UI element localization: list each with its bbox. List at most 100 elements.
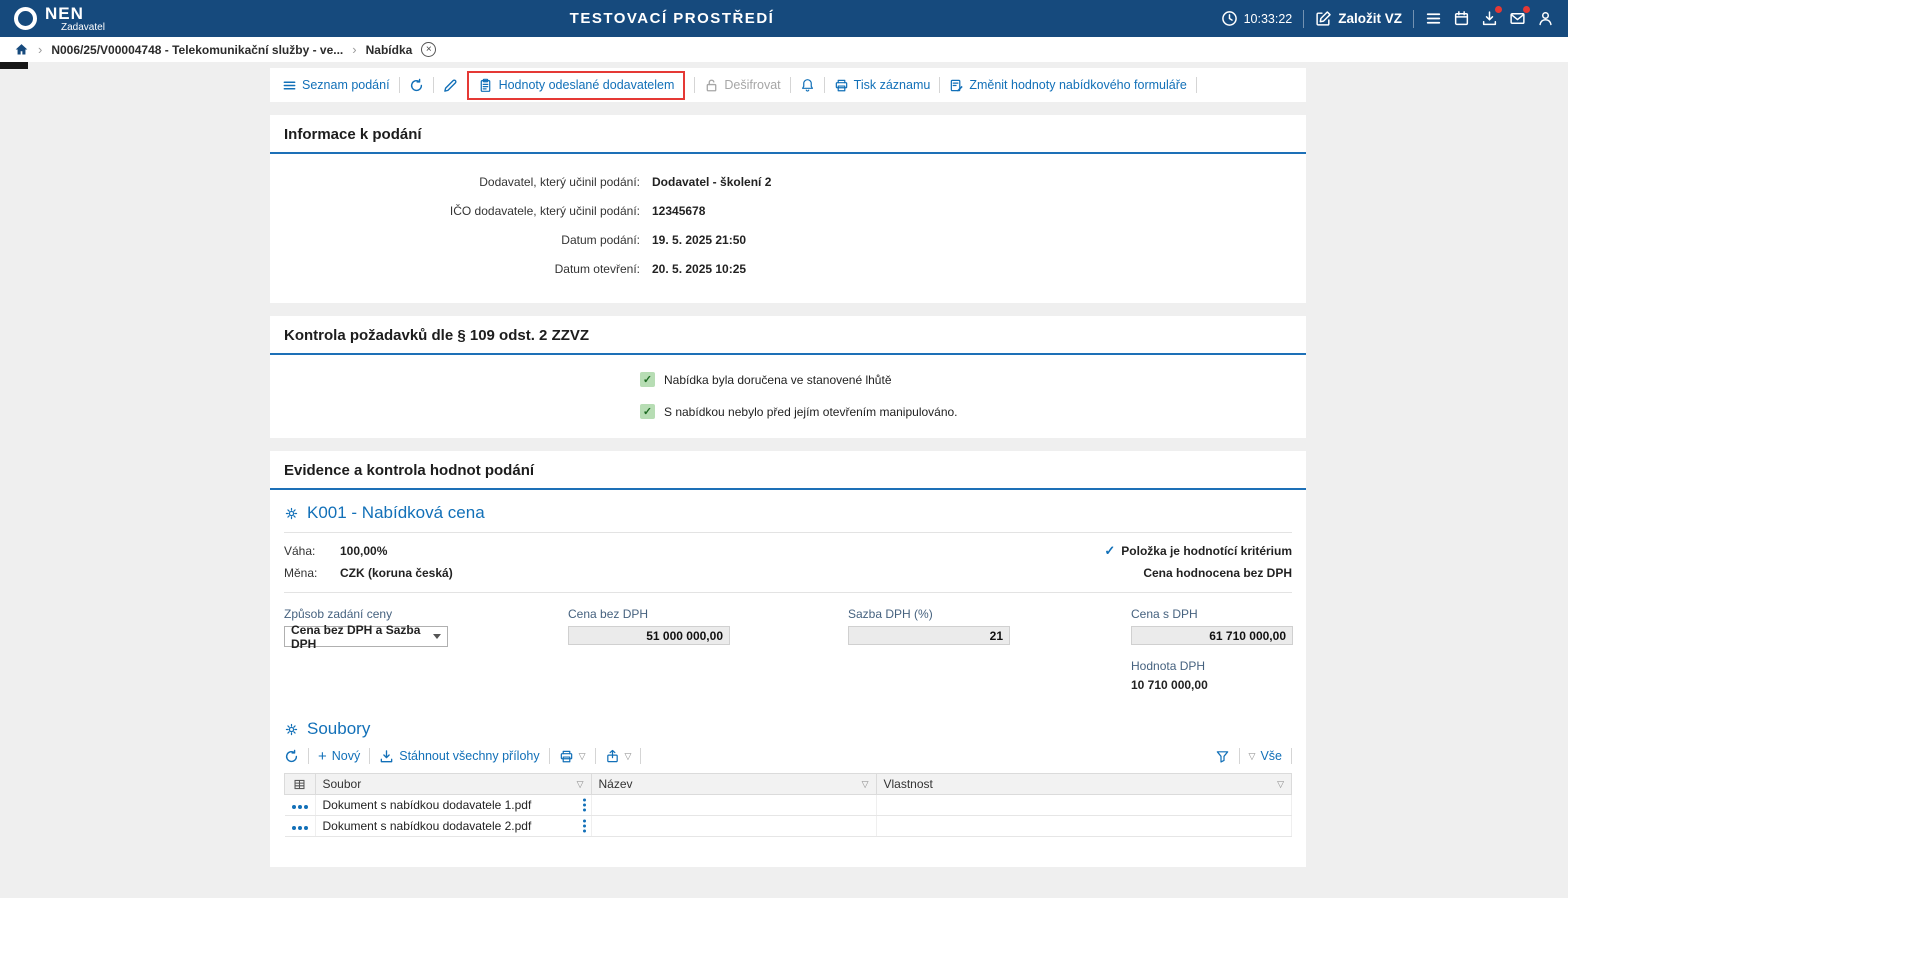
close-tab-button[interactable]: × [421,42,436,57]
toolbar-separator [369,748,370,764]
files-export-button[interactable]: ▽ [605,749,632,764]
column-header-nazev[interactable]: Název ▽ [591,774,876,795]
kebab-icon[interactable] [583,799,586,812]
files-refresh-button[interactable] [284,749,299,764]
refresh-button[interactable] [409,78,424,93]
notifications-button[interactable] [800,78,815,93]
file-name[interactable]: Dokument s nabídkou dodavatele 2.pdf [323,819,532,833]
column-header-vlastnost[interactable]: Vlastnost ▽ [876,774,1292,795]
file-name[interactable]: Dokument s nabídkou dodavatele 1.pdf [323,798,532,812]
cena-s-input[interactable] [1131,626,1293,645]
section-title: Evidence a kontrola hodnot podání [270,451,1306,490]
breadcrumb-item-nabidka[interactable]: Nabídka [366,43,413,57]
zmenit-hodnoty-button[interactable]: Změnit hodnoty nabídkového formuláře [949,78,1187,93]
sazba-dph-field: Sazba DPH (%) [848,607,1131,692]
filter-button[interactable] [1215,749,1230,764]
row-menu-icon[interactable] [292,826,308,830]
toolbar-separator [595,748,596,764]
field-datum-otevreni: Datum otevření: 20. 5. 2025 10:25 [284,254,1292,283]
create-vz-button[interactable]: Založit VZ [1315,10,1402,27]
seznam-podani-label: Seznam podání [302,78,390,92]
breadcrumb-separator: › [38,42,42,57]
column-header-soubor[interactable]: Soubor ▽ [315,774,591,795]
main-menu-button[interactable] [1425,10,1442,27]
user-profile-button[interactable] [1537,10,1554,27]
files-title: Soubory [307,719,370,739]
brand-subtitle: Zadavatel [61,23,105,33]
toolbar-separator [694,77,695,93]
home-button[interactable] [14,42,29,57]
vse-dropdown[interactable]: ▽ Vše [1249,749,1282,763]
check-icon: ✓ [1104,543,1115,559]
desifrovat-label: Dešifrovat [724,78,780,92]
section-kontrola-pozadavku: Kontrola požadavků dle § 109 odst. 2 ZZV… [270,316,1306,438]
mena-row: Měna: CZK (koruna česká) Cena hodnocena … [284,562,1292,584]
section-informace-k-podani: Informace k podání Dodavatel, který učin… [270,115,1306,303]
cena-bez-input[interactable] [568,626,730,645]
field-value: 12345678 [652,204,705,218]
calendar-button[interactable] [1453,10,1470,27]
column-filter-icon[interactable]: ▽ [577,779,584,790]
zpusob-select[interactable]: Cena bez DPH a Sazba DPH [284,626,448,647]
breadcrumb-separator: › [352,42,356,57]
tisk-zaznamu-button[interactable]: Tisk záznamu [834,78,931,93]
topbar-separator [1303,10,1304,28]
messages-button[interactable] [1509,10,1526,27]
row-menu-icon[interactable] [292,805,308,809]
sazba-label: Sazba DPH (%) [848,607,1131,621]
hodnota-dph-field: Hodnota DPH 10 710 000,00 [1131,659,1292,692]
cell-nazev [591,795,876,816]
seznam-podani-button[interactable]: Seznam podání [282,78,390,93]
user-icon [1537,10,1554,27]
field-dodavatel: Dodavatel, který učinil podání: Dodavate… [284,167,1292,196]
toolbar-separator [1291,748,1292,764]
check-text: S nabídkou nebylo před jejím otevřením m… [664,405,958,419]
table-row[interactable]: Dokument s nabídkou dodavatele 1.pdf [285,795,1292,816]
note-text: Položka je hodnotící kritérium [1121,544,1292,558]
stahnout-prilohy-button[interactable]: Stáhnout všechny přílohy [379,749,539,764]
session-clock: 10:33:22 [1221,10,1293,27]
calendar-icon [1453,10,1470,27]
vaha-value: 100,00% [340,544,387,558]
nen-brand[interactable]: NEN Zadavatel [14,5,105,33]
zpusob-zadani-field: Způsob zadání ceny Cena bez DPH a Sazba … [284,607,568,692]
criteria-icon [284,506,299,521]
table-row[interactable]: Dokument s nabídkou dodavatele 2.pdf [285,816,1292,837]
toolbar-separator [549,748,550,764]
section-title: Informace k podání [270,115,1306,154]
files-toolbar: + Nový Stáhnout všechny přílohy ▽ [284,748,1292,764]
sazba-input[interactable] [848,626,1010,645]
edit-icon [1315,10,1332,27]
files-print-button[interactable]: ▽ [559,749,586,764]
topbar-actions: 10:33:22 Založit VZ [1221,10,1554,28]
zpusob-label: Způsob zadání ceny [284,607,568,621]
hodnoty-odeslane-button[interactable]: Hodnoty odeslané dodavatelem [467,71,686,100]
field-label: Dodavatel, který učinil podání: [284,175,640,189]
cena-bez-label: Cena bez DPH [568,607,848,621]
vaha-label: Váha: [284,544,340,558]
toolbar-separator [824,77,825,93]
row-menu-cell [285,816,316,837]
field-label: Datum otevření: [284,262,640,276]
row-menu-cell [285,795,316,816]
column-filter-icon[interactable]: ▽ [862,779,869,790]
download-icon [1481,10,1498,27]
files-heading: Soubory [284,719,1292,739]
clock-time: 10:33:22 [1244,12,1293,26]
header-select-column[interactable] [285,774,316,795]
kriterium-title: K001 - Nabídková cena [307,503,485,523]
novy-button[interactable]: + Nový [318,749,360,764]
breadcrumb-item-procurement[interactable]: N006/25/V00004748 - Telekomunikační služ… [51,43,343,57]
section-title: Kontrola požadavků dle § 109 odst. 2 ZZV… [270,316,1306,355]
files-icon [284,722,299,737]
topbar: NEN Zadavatel TESTOVACÍ PROSTŘEDÍ 10:33:… [0,0,1568,37]
field-value: 19. 5. 2025 21:50 [652,233,746,247]
clipboard-icon [478,78,493,93]
desifrovat-button[interactable]: Dešifrovat [704,78,780,93]
kebab-icon[interactable] [583,820,586,833]
column-filter-icon[interactable]: ▽ [1277,779,1284,790]
edit-record-button[interactable] [443,78,458,93]
menu-icon [1425,10,1442,27]
toolbar-separator [1239,748,1240,764]
downloads-button[interactable] [1481,10,1498,27]
